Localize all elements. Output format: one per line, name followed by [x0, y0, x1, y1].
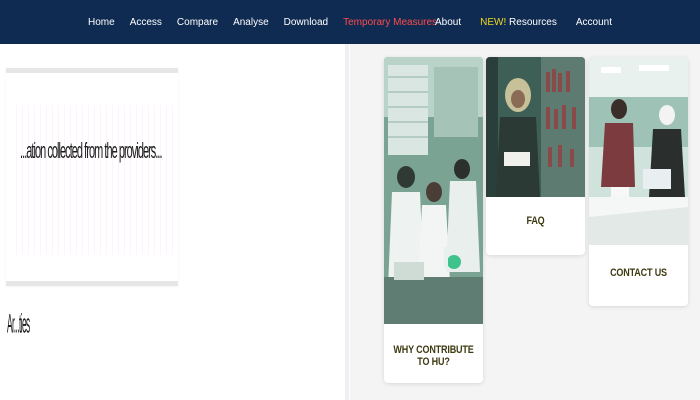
side-note-text: Ar...ties	[7, 308, 30, 339]
card-why-contribute[interactable]: WHY CONTRIBUTE TO HU?	[384, 57, 483, 383]
nav-resources-label: Resources	[509, 16, 557, 28]
secondary-nav: About NEW! Resources Account	[416, 0, 612, 44]
card-why-contribute-label: WHY CONTRIBUTE TO HU?	[393, 344, 474, 368]
new-badge: NEW!	[480, 16, 507, 28]
card-faq-label: FAQ	[526, 215, 545, 227]
nav-about[interactable]: About	[435, 17, 461, 28]
library-reader-image	[486, 57, 585, 197]
left-content-panel: ...ation collected from the providers...…	[0, 44, 347, 400]
card-contact-us-label: CONTACT US	[610, 267, 667, 279]
nav-access[interactable]: Access	[130, 17, 162, 28]
card-faq[interactable]: FAQ	[486, 57, 585, 255]
nav-account[interactable]: Account	[576, 17, 612, 28]
top-navigation-bar: Home Access Compare Analyse Download Tem…	[0, 0, 700, 44]
info-box-text: ...ation collected from the providers...	[20, 137, 163, 163]
nav-download[interactable]: Download	[284, 17, 328, 28]
card-contact-us[interactable]: CONTACT US	[589, 57, 688, 306]
panel-divider	[345, 44, 349, 400]
right-cards-panel: WHY CONTRIBUTE TO HU? FAQ CONTACT US	[350, 44, 700, 400]
lab-students-image	[384, 57, 483, 324]
nav-resources[interactable]: NEW! Resources	[480, 17, 557, 28]
info-box: ...ation collected from the providers...	[6, 68, 178, 286]
students-laptop-image	[589, 57, 688, 245]
nav-home[interactable]: Home	[88, 17, 115, 28]
primary-nav: Home Access Compare Analyse Download Tem…	[88, 0, 452, 44]
nav-compare[interactable]: Compare	[177, 17, 218, 28]
box-artifact	[16, 105, 176, 255]
nav-analyse[interactable]: Analyse	[233, 17, 269, 28]
